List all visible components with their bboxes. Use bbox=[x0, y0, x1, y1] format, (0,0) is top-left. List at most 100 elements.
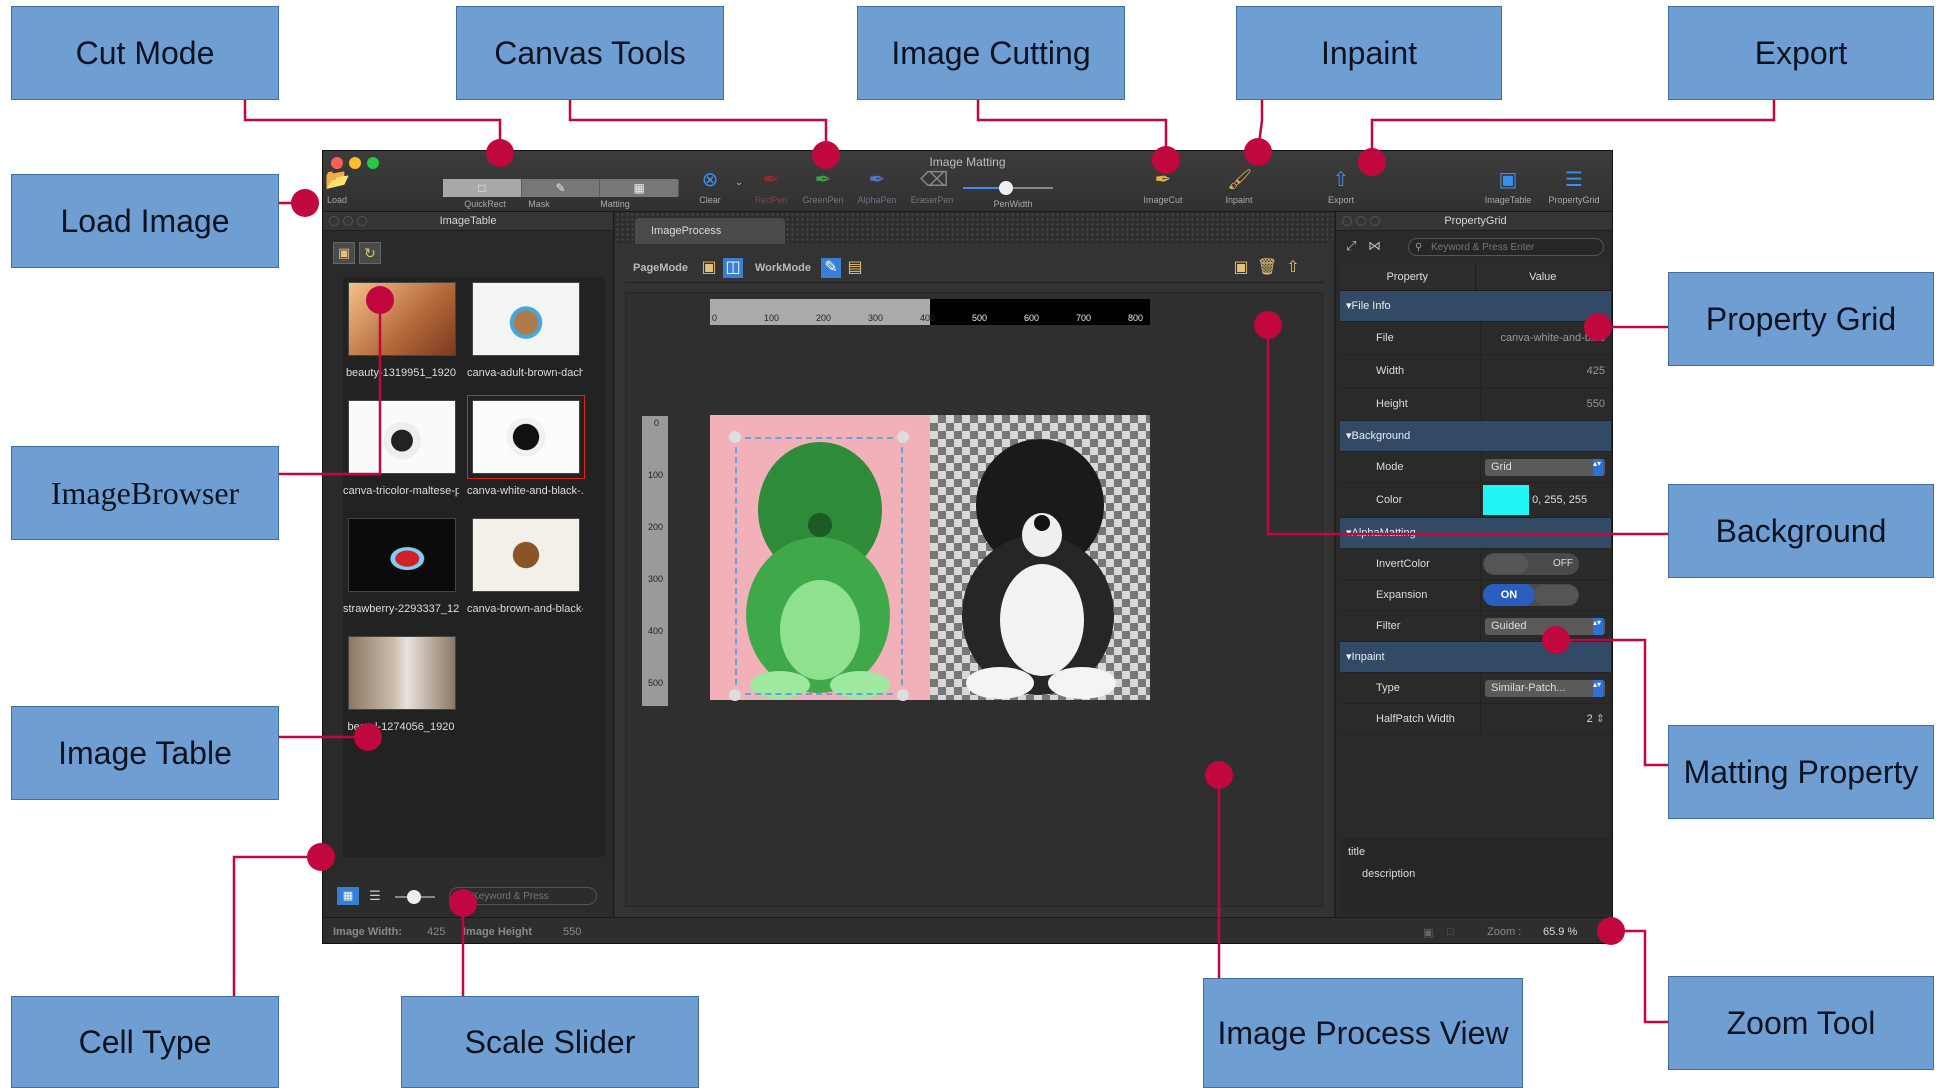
callout-dot bbox=[449, 889, 477, 917]
single-page-icon[interactable]: ▣ bbox=[699, 258, 719, 278]
matting-segment[interactable]: ▦ bbox=[600, 179, 680, 197]
group-alphamatting[interactable]: ▾AlphaMatting bbox=[1340, 518, 1611, 549]
ruler-tick: 300 bbox=[868, 313, 884, 323]
callout-dot bbox=[291, 189, 319, 217]
callout-background: Background bbox=[1668, 484, 1934, 578]
selection-handle[interactable] bbox=[729, 689, 741, 701]
image-icon[interactable]: ▣ bbox=[1231, 258, 1251, 278]
workmode-label: WorkMode bbox=[755, 262, 812, 274]
tab-strip: ImageProcess bbox=[615, 212, 1333, 244]
tab-imageprocess[interactable]: ImageProcess bbox=[635, 218, 785, 244]
inpaint-button[interactable]: 🖌 Inpaint bbox=[1219, 169, 1259, 205]
pen-width-knob[interactable] bbox=[999, 181, 1013, 195]
load-button[interactable]: 📂 Load bbox=[325, 169, 350, 205]
callout-cut-mode: Cut Mode bbox=[11, 6, 279, 100]
thumb-item[interactable]: canva-brown-and-black-... bbox=[467, 513, 583, 625]
image-process-view[interactable]: 0 100 200 300 400 500 600 700 800 0 100 … bbox=[625, 292, 1323, 907]
property-search-input[interactable]: ⚲ Keyword & Press Enter bbox=[1408, 238, 1604, 256]
stepper-icon[interactable]: ⇕ bbox=[1596, 713, 1605, 725]
thumb-image bbox=[348, 282, 456, 356]
titlebar: Image Matting 📂 Load □ ✎ ▦ QuickRect Mas… bbox=[323, 151, 1612, 212]
result-image[interactable] bbox=[930, 415, 1150, 700]
halfpatch-stepper[interactable]: 2 bbox=[1587, 713, 1593, 725]
thumb-item[interactable]: canva-adult-brown-dach... bbox=[467, 277, 583, 389]
thumb-item[interactable]: beauty-1319951_1920 bbox=[343, 277, 459, 389]
collapse-all-icon[interactable]: ⋈ bbox=[1368, 238, 1381, 254]
type-select[interactable]: Similar-Patch... bbox=[1485, 680, 1605, 697]
fit-screen-icon[interactable]: ▣ bbox=[1423, 926, 1433, 939]
view-mode-icon[interactable]: ▤ bbox=[845, 258, 865, 278]
pen-width-slider[interactable] bbox=[963, 181, 1053, 195]
group-background[interactable]: ▾Background bbox=[1340, 421, 1611, 452]
group-inpaint[interactable]: ▾Inpaint bbox=[1340, 642, 1611, 673]
grid-view-icon[interactable]: ▦ bbox=[337, 887, 359, 905]
greenpen-button[interactable]: ✒ GreenPen bbox=[799, 169, 847, 205]
trash-icon[interactable]: 🗑 bbox=[1257, 258, 1277, 278]
ruler-tick: 700 bbox=[1076, 313, 1092, 323]
ruler-tick: 200 bbox=[648, 522, 664, 532]
actual-size-icon[interactable]: □ bbox=[1447, 926, 1454, 938]
cut-mode-segmented[interactable]: □ ✎ ▦ bbox=[443, 179, 680, 197]
add-image-button[interactable]: ▣ bbox=[333, 242, 355, 264]
expand-all-icon[interactable]: ⤢ bbox=[1346, 238, 1356, 254]
imagecut-button[interactable]: ✒ ImageCut bbox=[1143, 169, 1183, 205]
penwidth-label: PenWidth bbox=[993, 199, 1033, 209]
image-width-value: 425 bbox=[427, 926, 446, 938]
zoom-value[interactable]: 65.9 % bbox=[1543, 926, 1577, 938]
alphapen-button[interactable]: ✒ AlphaPen bbox=[855, 169, 899, 205]
ruler-tick: 800 bbox=[1128, 313, 1144, 323]
ruler-tick: 100 bbox=[648, 470, 664, 480]
share-icon[interactable]: ⇧ bbox=[1283, 258, 1303, 278]
status-bar: Image Width: 425 Image Height 550 ▣ □ Zo… bbox=[323, 917, 1612, 943]
scale-slider[interactable] bbox=[395, 890, 435, 904]
vertical-ruler: 0 100 200 300 400 500 bbox=[642, 416, 668, 706]
ruler-tick: 500 bbox=[972, 313, 988, 323]
callout-image-table: Image Table bbox=[11, 706, 279, 800]
callout-canvas-tools: Canvas Tools bbox=[456, 6, 724, 100]
search-icon: ⚲ bbox=[1415, 242, 1423, 253]
group-file-info[interactable]: ▾File Info bbox=[1340, 291, 1611, 322]
image-stage[interactable] bbox=[710, 415, 1150, 701]
redpen-button[interactable]: ✒ RedPen bbox=[751, 169, 791, 205]
clear-x-icon: ⊗ bbox=[701, 169, 719, 191]
imagetable-button[interactable]: ▣ ImageTable bbox=[1483, 169, 1533, 205]
property-grid-header: PropertyGrid bbox=[1336, 212, 1612, 231]
scale-slider-knob[interactable] bbox=[407, 890, 421, 904]
thumb-item[interactable]: strawberry-2293337_1280 bbox=[343, 513, 459, 625]
thumb-caption: canva-tricolor-maltese-p... bbox=[343, 485, 459, 497]
image-process-panel: ImageProcess PageMode ▣ ◫ WorkMode ✎ ▤ ▣… bbox=[615, 212, 1333, 917]
ruler-tick: 600 bbox=[1024, 313, 1040, 323]
callout-dot bbox=[1597, 917, 1625, 945]
list-view-icon[interactable]: ☰ bbox=[365, 887, 385, 905]
row-mode: Mode Grid bbox=[1340, 452, 1611, 483]
clear-button[interactable]: ⊗ Clear bbox=[693, 169, 727, 205]
row-color: Color 0, 255, 255 bbox=[1340, 483, 1611, 518]
propertygrid-button[interactable]: ☰ PropertyGrid bbox=[1545, 169, 1603, 205]
expansion-toggle[interactable]: ON bbox=[1483, 584, 1579, 607]
thumb-item[interactable]: canva-tricolor-maltese-p... bbox=[343, 395, 459, 507]
quick-rect-selection[interactable] bbox=[735, 437, 903, 695]
color-swatch[interactable] bbox=[1483, 485, 1529, 516]
edit-mode-icon[interactable]: ✎ bbox=[821, 258, 841, 278]
row-file: File canva-white-and-blac bbox=[1340, 322, 1611, 355]
source-image[interactable] bbox=[710, 415, 930, 701]
clear-dropdown[interactable]: ⌄ bbox=[733, 177, 745, 188]
row-halfpatch: HalfPatch Width 2 ⇕ bbox=[1340, 704, 1611, 735]
selection-handle[interactable] bbox=[897, 689, 909, 701]
alpha-pen-icon: ✒ bbox=[868, 169, 886, 191]
thumb-caption: canva-white-and-black-... bbox=[467, 485, 583, 497]
dual-page-icon[interactable]: ◫ bbox=[723, 258, 743, 278]
thumb-item-selected[interactable]: canva-white-and-black-... bbox=[467, 395, 585, 507]
refresh-icon[interactable]: ↻ bbox=[359, 242, 381, 264]
callout-dot bbox=[1542, 626, 1570, 654]
image-process-toolbar: PageMode ▣ ◫ WorkMode ✎ ▤ ▣ 🗑 ⇧ bbox=[625, 254, 1323, 283]
mode-select[interactable]: Grid bbox=[1485, 459, 1605, 476]
export-button[interactable]: ⇧ Export bbox=[1323, 169, 1359, 205]
selection-handle[interactable] bbox=[897, 431, 909, 443]
eraserpen-button[interactable]: ⌫ EraserPen bbox=[907, 169, 957, 205]
row-height: Height 550 bbox=[1340, 388, 1611, 421]
selection-handle[interactable] bbox=[729, 431, 741, 443]
quickrect-segment[interactable]: □ bbox=[443, 179, 522, 197]
invertcolor-toggle[interactable]: OFF bbox=[1483, 553, 1579, 576]
mask-segment[interactable]: ✎ bbox=[522, 179, 601, 197]
